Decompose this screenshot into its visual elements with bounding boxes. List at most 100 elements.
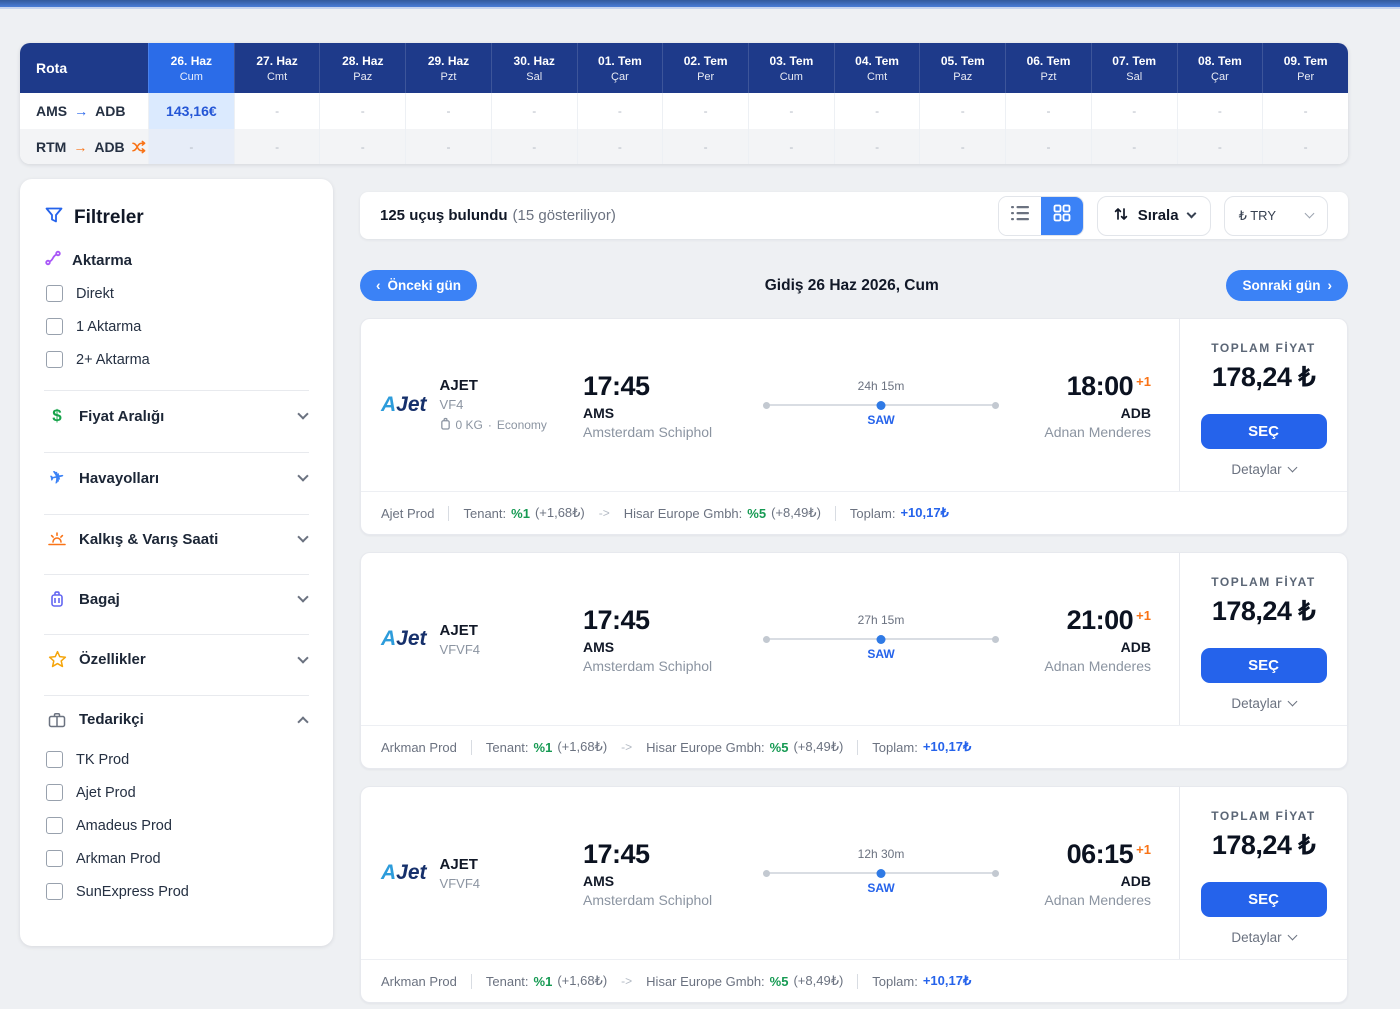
details-toggle[interactable]: Detaylar [1231, 462, 1295, 477]
select-button[interactable]: SEÇ [1201, 414, 1327, 449]
checkbox-label: 2+ Aktarma [76, 352, 150, 368]
grid-view-button[interactable] [1041, 197, 1083, 235]
filter-section-header[interactable]: Özellikler [44, 635, 309, 682]
price-cell[interactable]: - [405, 129, 491, 164]
filter-checkbox-row[interactable]: Direkt [44, 277, 309, 310]
checkbox[interactable] [46, 285, 63, 302]
timeline-end-dot [992, 870, 999, 877]
tenant-commission: Tenant: %1 (+1,68₺) [463, 505, 584, 521]
sort-label: Sırala [1138, 207, 1179, 224]
price-cell[interactable]: - [919, 129, 1005, 164]
timeline-line: 27h 15m SAW [763, 638, 999, 640]
date-column[interactable]: 08. TemÇar [1177, 43, 1263, 93]
date-column[interactable]: 03. TemCum [748, 43, 834, 93]
date-column[interactable]: 05. TemPaz [919, 43, 1005, 93]
filter-checkbox-row[interactable]: TK Prod [44, 743, 309, 776]
weekday-label: Sal [1126, 71, 1142, 83]
currency-select[interactable]: ₺ TRY [1224, 196, 1328, 236]
checkbox[interactable] [46, 850, 63, 867]
filter-section: Bagaj [44, 574, 309, 621]
price-cell[interactable]: - [834, 129, 920, 164]
date-column[interactable]: 04. TemCmt [834, 43, 920, 93]
checkbox-label: Direkt [76, 286, 114, 302]
briefcase-icon [46, 712, 68, 728]
baggage-info: 0 KG · Economy [440, 417, 547, 433]
price-cell[interactable]: - [577, 129, 663, 164]
price-cell[interactable]: - [405, 93, 491, 129]
filter-checkbox-row[interactable]: Ajet Prod [44, 776, 309, 809]
details-toggle[interactable]: Detaylar [1231, 930, 1295, 945]
checkbox[interactable] [46, 883, 63, 900]
route-price-row: AMS→ADB143,16€------------- [20, 93, 1348, 129]
date-column[interactable]: 30. HazSal [491, 43, 577, 93]
price-cell[interactable]: - [1091, 93, 1177, 129]
next-day-button[interactable]: Sonraki gün› [1226, 270, 1348, 301]
price-cell[interactable]: - [748, 129, 834, 164]
date-column[interactable]: 02. TemPer [662, 43, 748, 93]
checkbox[interactable] [46, 784, 63, 801]
shuffle-icon [132, 140, 147, 154]
cabin-class: Economy [497, 418, 547, 432]
filter-checkbox-row[interactable]: 1 Aktarma [44, 310, 309, 343]
filter-checkbox-row[interactable]: Arkman Prod [44, 842, 309, 875]
date-column[interactable]: 26. HazCum [148, 43, 234, 93]
price-cell[interactable]: - [1005, 93, 1091, 129]
price-cell[interactable]: - [748, 93, 834, 129]
price-cell[interactable]: - [148, 129, 234, 164]
checkbox[interactable] [46, 351, 63, 368]
price-cell[interactable]: - [1262, 93, 1348, 129]
airline-block: AJet AJET VF4 0 KG · Economy [361, 319, 583, 491]
checkbox[interactable] [46, 817, 63, 834]
price-cell[interactable]: - [1262, 129, 1348, 164]
airline-info: AJET VFVF4 [440, 622, 480, 657]
price-cell[interactable]: - [234, 129, 320, 164]
price-cell[interactable]: - [491, 93, 577, 129]
price-cell[interactable]: - [662, 129, 748, 164]
price-cell[interactable]: - [234, 93, 320, 129]
filter-section-header[interactable]: Bagaj [44, 575, 309, 621]
airline-logo: AJet [381, 861, 427, 885]
timeline-line: 24h 15m SAW [763, 404, 999, 406]
filter-section-header[interactable]: $Fiyat Aralığı [44, 391, 309, 439]
price-cell[interactable]: - [319, 129, 405, 164]
sort-button[interactable]: Sırala [1097, 196, 1211, 236]
price-cell[interactable]: - [834, 93, 920, 129]
list-icon [1011, 205, 1029, 226]
select-button[interactable]: SEÇ [1201, 648, 1327, 683]
date-column[interactable]: 07. TemSal [1091, 43, 1177, 93]
list-view-button[interactable] [999, 197, 1041, 235]
price-cell[interactable]: - [1091, 129, 1177, 164]
price-cell[interactable]: - [491, 129, 577, 164]
price-cell[interactable]: 143,16€ [148, 93, 234, 129]
checkbox-label: Ajet Prod [76, 785, 136, 801]
price-cell[interactable]: - [1005, 129, 1091, 164]
price-cell[interactable]: - [577, 93, 663, 129]
filter-section-header[interactable]: Tedarikçi [44, 696, 309, 741]
checkbox[interactable] [46, 318, 63, 335]
filter-section: TedarikçiTK Prod Ajet Prod Amadeus ProdArk… [44, 695, 309, 916]
select-button[interactable]: SEÇ [1201, 882, 1327, 917]
filter-checkbox-row[interactable]: SunExpress Prod [44, 875, 309, 908]
divider [471, 974, 472, 989]
route-arrow-icon: → [74, 103, 88, 119]
filter-checkbox-row[interactable]: 2+ Aktarma [44, 343, 309, 376]
price-cell[interactable]: - [662, 93, 748, 129]
price-cell[interactable]: - [319, 93, 405, 129]
filter-section-header[interactable]: Kalkış & Varış Saati [44, 515, 309, 561]
price-cell[interactable]: - [919, 93, 1005, 129]
date-column[interactable]: 28. HazPaz [319, 43, 405, 93]
date-column[interactable]: 01. TemÇar [577, 43, 663, 93]
details-toggle[interactable]: Detaylar [1231, 696, 1295, 711]
date-label: 08. Tem [1198, 54, 1242, 68]
weekday-label: Pzt [1041, 71, 1057, 83]
date-column[interactable]: 09. TemPer [1262, 43, 1348, 93]
date-column[interactable]: 27. HazCmt [234, 43, 320, 93]
checkbox[interactable] [46, 751, 63, 768]
date-column[interactable]: 06. TemPzt [1005, 43, 1091, 93]
date-column[interactable]: 29. HazPzt [405, 43, 491, 93]
filter-checkbox-row[interactable]: Amadeus Prod [44, 809, 309, 842]
previous-day-button[interactable]: ‹Önceki gün [360, 270, 477, 301]
filter-section-header[interactable]: ✈Havayolları [44, 453, 309, 501]
price-cell[interactable]: - [1177, 93, 1263, 129]
price-cell[interactable]: - [1177, 129, 1263, 164]
